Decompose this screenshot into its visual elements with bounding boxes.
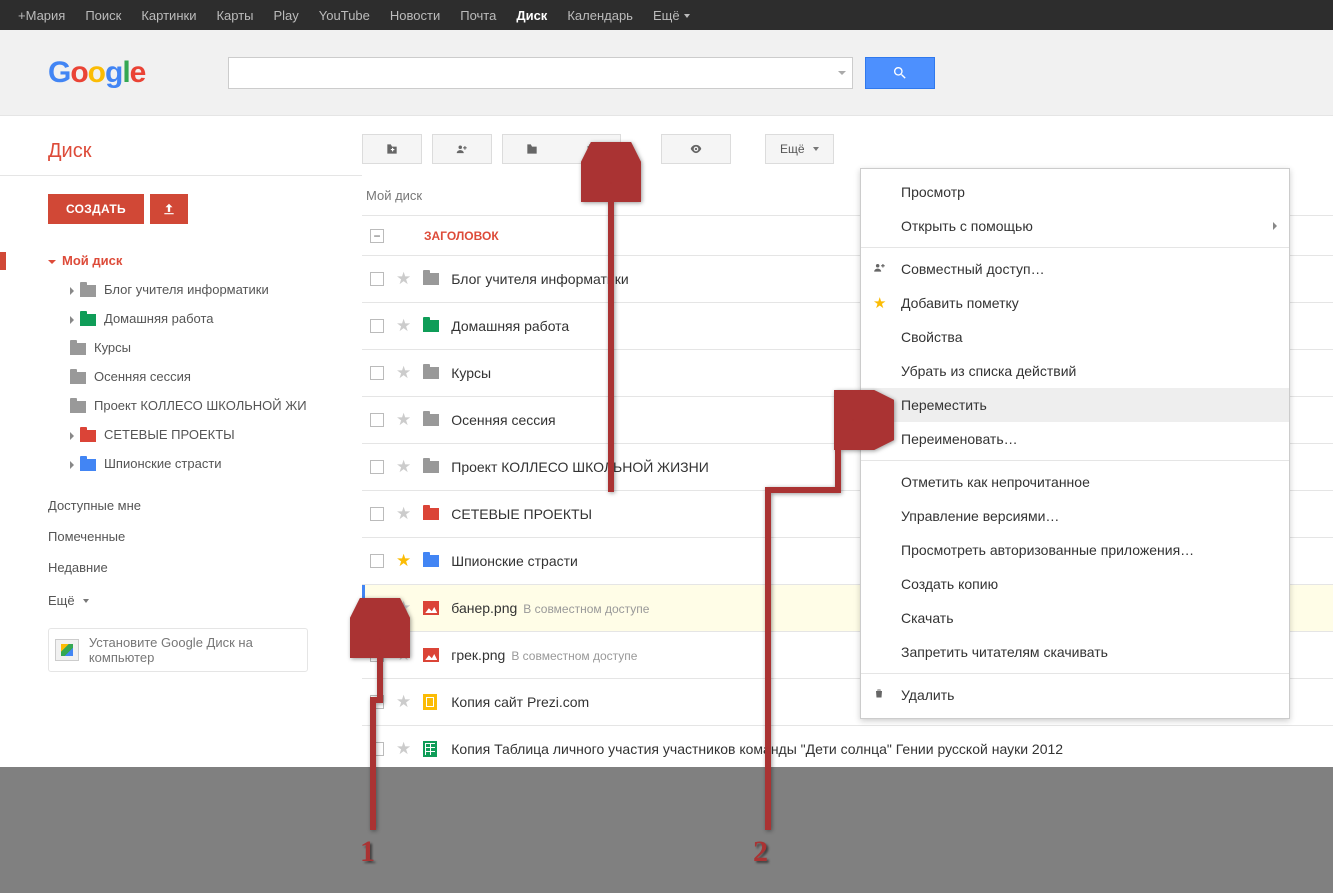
annotation-number-1: 1 — [360, 835, 375, 869]
annotation-number-2: 2 — [753, 835, 768, 869]
annotation-arrows — [0, 0, 1333, 893]
